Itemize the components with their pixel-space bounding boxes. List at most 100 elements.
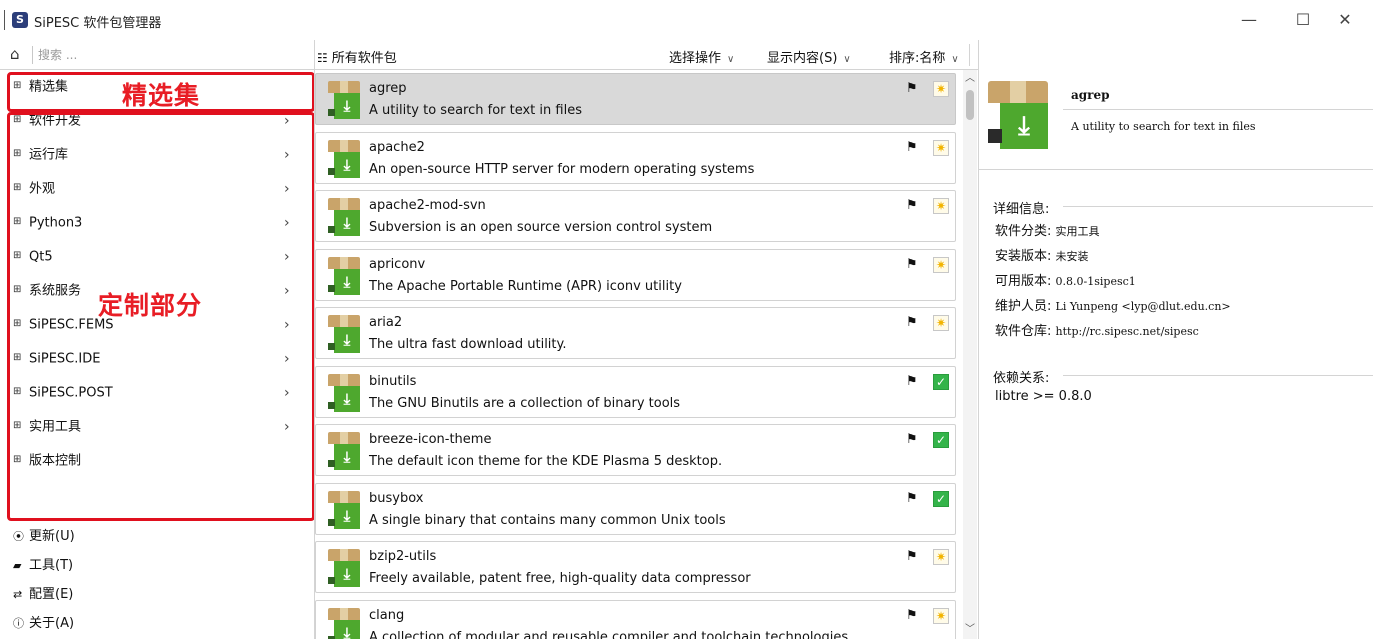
flag-icon[interactable]: ⚑ — [906, 432, 918, 447]
search-input[interactable] — [38, 44, 308, 66]
flag-icon[interactable]: ⚑ — [906, 315, 918, 330]
package-row[interactable]: ⤓ apache2 An open-source HTTP server for m… — [315, 131, 956, 184]
sort-menu[interactable]: 排序:名称 ∨ — [889, 47, 959, 66]
package-description: The Apache Portable Runtime (APR) iconv … — [369, 278, 682, 294]
title-bar: S SiPESC 软件包管理器 — ☐ ✕ — [0, 0, 1373, 40]
available-star-icon[interactable]: ✷ — [933, 256, 949, 273]
package-list-title-text: 所有软件包 — [331, 51, 397, 66]
home-icon[interactable]: ⌂ — [10, 45, 20, 63]
maximize-button[interactable]: ☐ — [1280, 6, 1326, 34]
close-button[interactable]: ✕ — [1322, 6, 1368, 34]
category-item[interactable]: ⊞ 版本控制 — [0, 444, 314, 478]
package-description: A utility to search for text in files — [369, 103, 582, 118]
category-label: 精选集 — [29, 79, 69, 95]
detail-key: 软件分类: — [995, 224, 1052, 239]
scroll-down-icon[interactable]: ﹀ — [963, 623, 977, 637]
available-star-icon[interactable]: ✷ — [933, 607, 949, 624]
window-title: SiPESC 软件包管理器 — [34, 16, 162, 31]
config-action[interactable]: ⇄ 配置(E) — [0, 580, 314, 609]
detail-package-summary: A utility to search for text in files — [1071, 120, 1256, 133]
category-tree-icon: ⊞ — [13, 250, 22, 261]
details-section-line — [1063, 206, 1373, 207]
detail-value: 实用工具 — [1055, 225, 1100, 238]
package-name: bzip2-utils — [369, 549, 437, 564]
custom-annotation: 定制部分 — [98, 291, 203, 320]
flag-icon[interactable]: ⚑ — [906, 491, 918, 506]
category-item[interactable]: ⊞ Python3 › — [0, 206, 314, 240]
scroll-up-icon[interactable]: ︿ — [963, 72, 977, 86]
tools-action[interactable]: ▰ 工具(T) — [0, 551, 314, 580]
flag-icon[interactable]: ⚑ — [906, 374, 918, 389]
category-item[interactable]: ⊞ 实用工具 › — [0, 410, 314, 444]
category-label: 外观 — [29, 181, 56, 197]
package-icon: ⤓ — [328, 315, 360, 353]
installed-check-icon[interactable]: ✓ — [933, 373, 949, 390]
scroll-thumb[interactable] — [966, 90, 974, 120]
flag-icon[interactable]: ⚑ — [906, 81, 918, 96]
update-action[interactable]: ⦿ 更新(U) — [0, 522, 314, 551]
package-name: apriconv — [369, 256, 426, 272]
category-tree-icon: ⊞ — [13, 148, 22, 159]
chevron-right-icon: › — [284, 419, 290, 435]
detail-key: 可用版本: — [995, 274, 1052, 289]
package-row[interactable]: ⤓ bzip2-utils Freely available, patent fre… — [315, 541, 956, 593]
package-row[interactable]: ⤓ busybox A single binary that contains ma… — [315, 482, 956, 535]
chevron-down-icon: ∨ — [951, 54, 959, 65]
available-star-icon[interactable]: ✷ — [933, 81, 949, 97]
installed-check-icon[interactable]: ✓ — [933, 490, 949, 507]
flag-icon[interactable]: ⚑ — [906, 140, 918, 155]
category-item[interactable]: ⊞ SiPESC.IDE › — [0, 342, 314, 376]
package-name: apache2 — [369, 139, 425, 155]
package-description: The default icon theme for the KDE Plasm… — [369, 454, 723, 469]
category-label: SiPESC.POST — [29, 385, 113, 401]
package-icon: ⤓ — [328, 81, 360, 119]
window-edge — [4, 10, 5, 30]
category-label: 软件开发 — [29, 113, 82, 129]
detail-row: 可用版本: 0.8.0-1sipesc1 — [995, 270, 1136, 289]
about-action[interactable]: ⓘ 关于(A) — [0, 609, 314, 638]
package-description: An open-source HTTP server for modern op… — [369, 161, 755, 177]
package-row[interactable]: ⤓ binutils The GNU Binutils are a collecti… — [315, 365, 956, 418]
flag-icon[interactable]: ⚑ — [906, 257, 918, 272]
available-star-icon[interactable]: ✷ — [933, 198, 949, 214]
flag-icon[interactable]: ⚑ — [906, 198, 918, 213]
package-row[interactable]: ⤓ apache2-mod-svn Subversion is an open so… — [315, 190, 956, 242]
category-tree-icon: ⊞ — [13, 352, 22, 363]
package-description: A single binary that contains many commo… — [369, 512, 726, 528]
select-ops-label: 选择操作 — [669, 51, 722, 66]
package-scrollbar[interactable]: ︿ ﹀ — [963, 70, 977, 639]
package-toolbar: ☷ 所有软件包 选择操作 ∨ 显示内容(S) ∨ 排序:名称 ∨ — [315, 40, 978, 70]
package-icon: ⤓ — [328, 490, 360, 529]
config-label: 配置(E) — [29, 587, 74, 602]
package-row[interactable]: ⤓ breeze-icon-theme The default icon theme… — [315, 424, 956, 476]
flag-icon[interactable]: ⚑ — [906, 549, 918, 564]
category-item[interactable]: ⊞ 运行库 › — [0, 138, 314, 172]
chevron-right-icon: › — [284, 181, 290, 197]
minimize-button[interactable]: — — [1226, 6, 1272, 34]
details-section-title: 详细信息: — [993, 202, 1050, 217]
chevron-right-icon: › — [284, 215, 290, 231]
category-item[interactable]: ⊞ Qt5 › — [0, 240, 314, 274]
package-row[interactable]: ⤓ agrep A utility to search for text in fi… — [315, 73, 956, 125]
package-name: aria2 — [369, 315, 403, 330]
category-tree-icon: ⊞ — [13, 80, 22, 91]
package-row[interactable]: ⤓ clang A collection of modular and reusab… — [315, 599, 956, 639]
category-label: 实用工具 — [29, 419, 82, 435]
available-star-icon[interactable]: ✷ — [933, 139, 949, 156]
package-row[interactable]: ⤓ apriconv The Apache Portable Runtime (AP… — [315, 248, 956, 301]
select-ops-menu[interactable]: 选择操作 ∨ — [669, 47, 734, 66]
category-item[interactable]: ⊞ SiPESC.POST › — [0, 376, 314, 410]
category-tree-icon: ⊞ — [13, 454, 22, 465]
available-star-icon[interactable]: ✷ — [933, 315, 949, 331]
installed-check-icon[interactable]: ✓ — [933, 432, 949, 448]
chevron-right-icon: › — [284, 249, 290, 265]
package-description: The GNU Binutils are a collection of bin… — [369, 395, 681, 411]
package-row[interactable]: ⤓ aria2 The ultra fast download utility. ⚑ ✷ — [315, 307, 956, 359]
detail-package-name: agrep — [1071, 88, 1110, 102]
chevron-right-icon: › — [284, 283, 290, 299]
flag-icon[interactable]: ⚑ — [906, 608, 918, 623]
category-item[interactable]: ⊞ 外观 › — [0, 172, 314, 206]
display-content-menu[interactable]: 显示内容(S) ∨ — [767, 47, 851, 66]
available-star-icon[interactable]: ✷ — [933, 549, 949, 565]
package-description: Subversion is an open source version con… — [369, 220, 713, 235]
